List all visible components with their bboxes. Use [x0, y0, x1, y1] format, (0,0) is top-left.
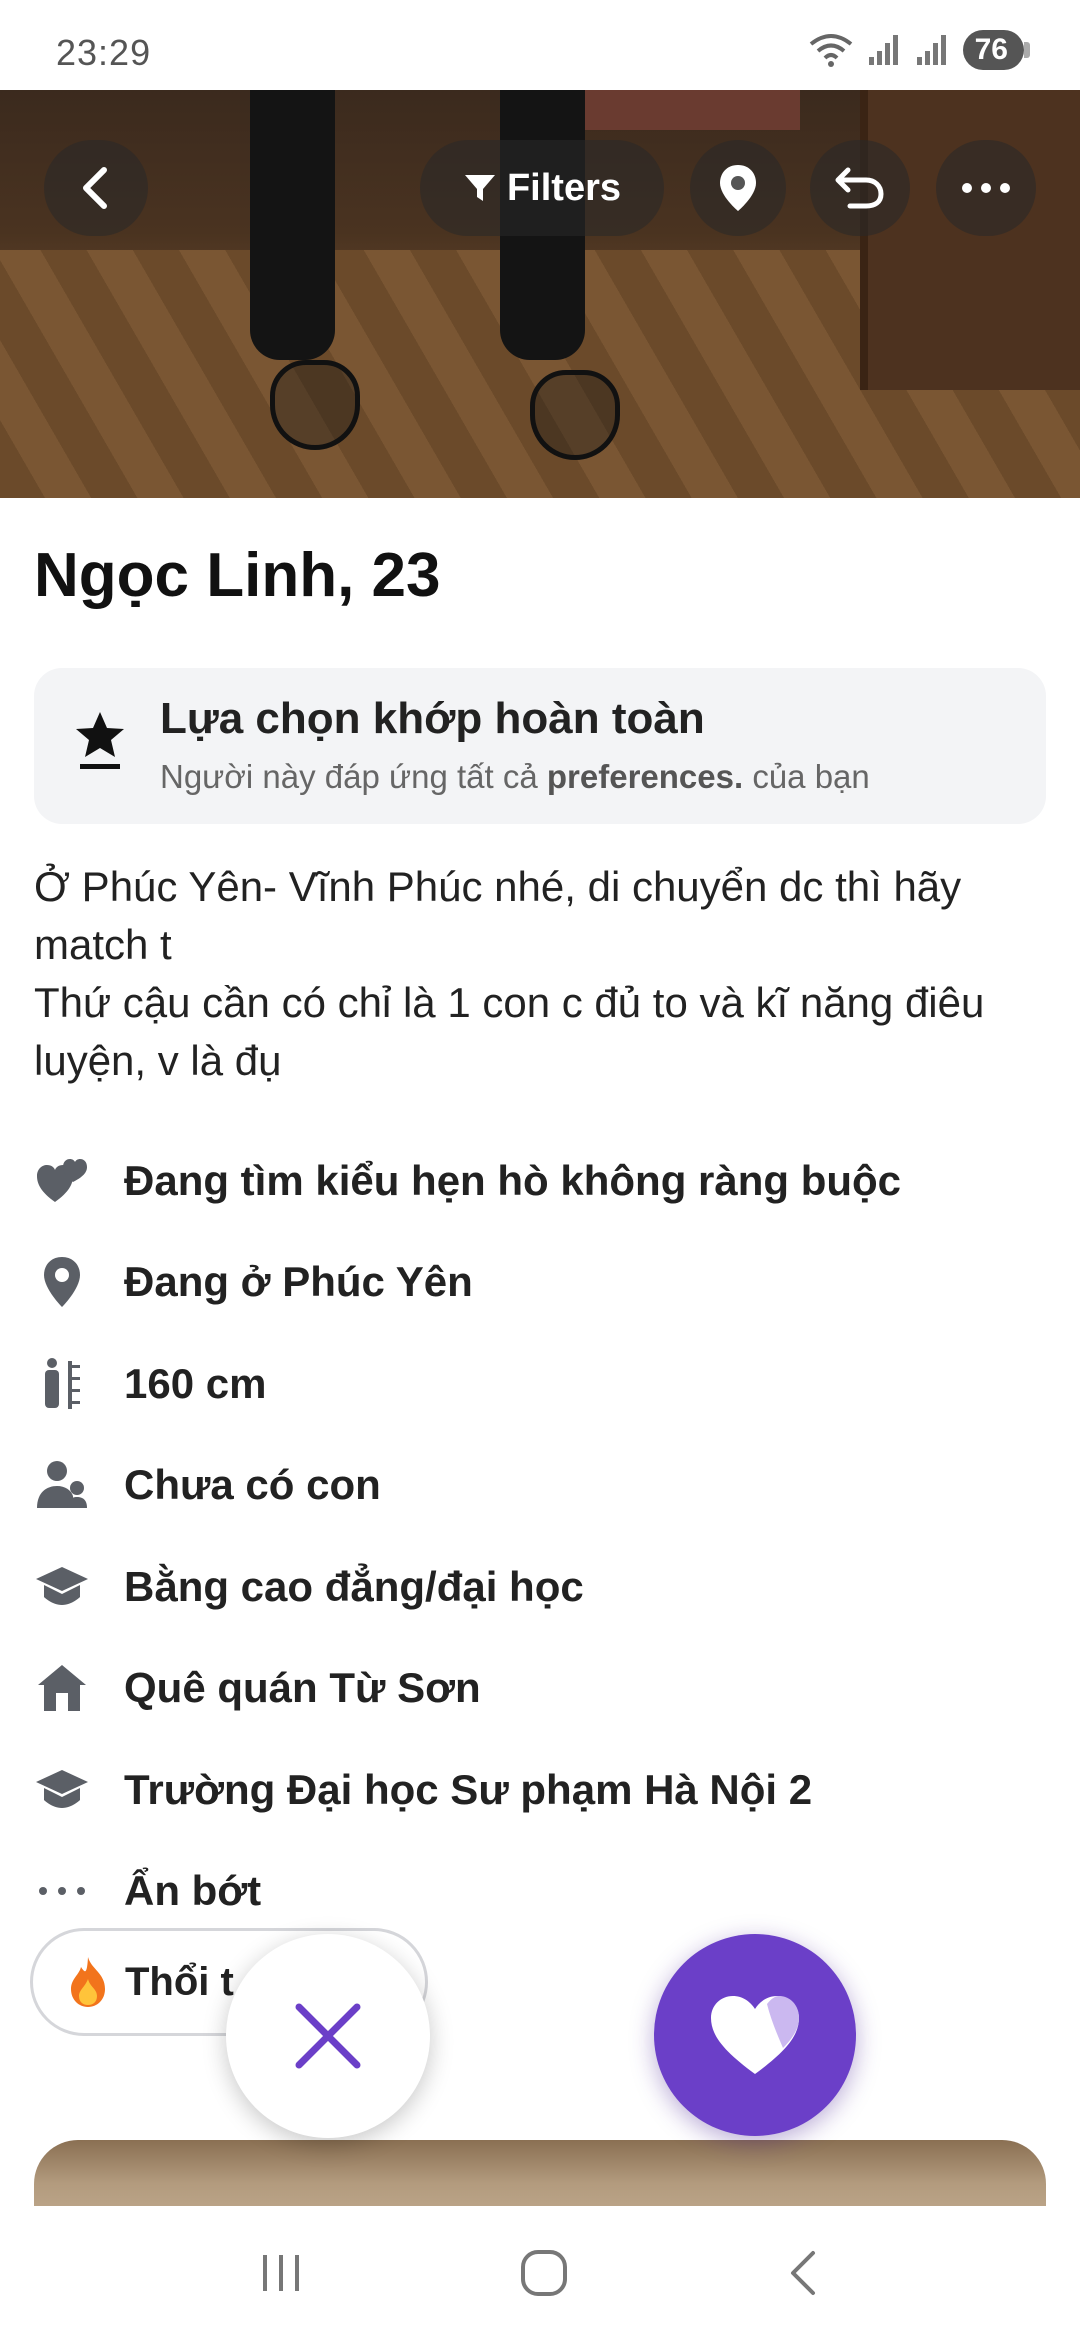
graduation-cap-icon: [34, 1762, 90, 1818]
home-nav-icon[interactable]: [518, 2247, 570, 2299]
profile-bio: Ở Phúc Yên- Vĩnh Phúc nhé, di chuyển dc …: [34, 858, 1054, 1090]
system-nav-bar: [0, 2206, 1080, 2340]
info-row-location: Đang ở Phúc Yên: [34, 1232, 1054, 1334]
hearts-icon: [34, 1153, 90, 1209]
status-icons: 76: [809, 30, 1031, 70]
undo-icon: [835, 167, 884, 209]
location-button[interactable]: [690, 140, 786, 236]
profile-info-list: Đang tìm kiểu hẹn hò không ràng buộc Đan…: [34, 1130, 1054, 1942]
info-row-education: Bằng cao đẳng/đại học: [34, 1536, 1054, 1638]
more-dots-icon: [34, 1863, 90, 1919]
filters-label: Filters: [506, 166, 622, 209]
info-row-school: Trường Đại học Sư phạm Hà Nội 2: [34, 1739, 1054, 1841]
location-pin-icon: [34, 1254, 90, 1310]
like-button[interactable]: [654, 1934, 856, 2136]
height-icon: [34, 1356, 90, 1412]
filters-button[interactable]: Filters: [420, 140, 664, 236]
children-icon: [34, 1457, 90, 1513]
fire-icon: [71, 1957, 105, 2007]
battery-indicator: 76: [962, 30, 1031, 70]
match-title: Lựa chọn khớp hoàn toàn: [160, 694, 705, 743]
signal-icon-2: [916, 35, 946, 65]
chevron-left-icon: [83, 167, 107, 209]
home-icon: [34, 1660, 90, 1716]
bio-line: Ở Phúc Yên- Vĩnh Phúc nhé, di chuyển dc …: [34, 863, 962, 968]
back-button[interactable]: [44, 140, 148, 236]
info-row-dating-intent: Đang tìm kiểu hẹn hò không ràng buộc: [34, 1130, 1054, 1232]
undo-button[interactable]: [810, 140, 910, 236]
status-time: 23:29: [56, 32, 152, 73]
bio-line: Thứ cậu cần có chỉ là 1 con c đủ to và k…: [34, 979, 985, 1084]
heart-icon: [711, 1996, 799, 2074]
graduation-cap-icon: [34, 1559, 90, 1615]
status-bar: 23:29 76: [0, 0, 1080, 90]
back-nav-icon[interactable]: [783, 2247, 823, 2299]
more-options-button[interactable]: [936, 140, 1036, 236]
info-row-height: 160 cm: [34, 1333, 1054, 1435]
wifi-icon: [809, 34, 852, 67]
recent-apps-icon[interactable]: [257, 2251, 305, 2295]
info-row-hometown: Quê quán Từ Sơn: [34, 1638, 1054, 1740]
dislike-button[interactable]: [226, 1934, 430, 2138]
close-icon: [295, 2003, 361, 2069]
match-subtitle: Người này đáp ứng tất cả preferences. củ…: [160, 758, 870, 795]
chip-label: Thổi t: [125, 1959, 234, 2004]
perfect-match-card: Lựa chọn khớp hoàn toàn Người này đáp ứn…: [34, 668, 1046, 824]
profile-name: Ngọc Linh, 23: [34, 541, 441, 610]
location-pin-icon: [720, 165, 756, 211]
filter-icon: [464, 175, 495, 201]
star-pedestal-icon: [76, 712, 124, 769]
info-row-children: Chưa có con: [34, 1435, 1054, 1537]
show-less-button[interactable]: Ẩn bớt: [34, 1841, 1054, 1943]
signal-icon: [868, 35, 898, 65]
more-dots-icon: [962, 183, 1010, 193]
